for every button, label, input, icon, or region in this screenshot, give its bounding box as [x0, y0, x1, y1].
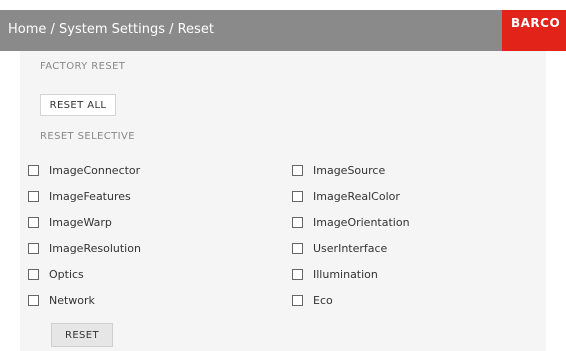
option-image-real-color[interactable]: ImageRealColor — [292, 188, 400, 204]
option-image-orientation[interactable]: ImageOrientation — [292, 214, 410, 230]
option-image-features[interactable]: ImageFeatures — [28, 188, 131, 204]
checkbox[interactable] — [292, 216, 303, 228]
checkbox[interactable] — [292, 190, 303, 202]
option-image-source[interactable]: ImageSource — [292, 162, 385, 178]
reset-button[interactable]: RESET — [51, 323, 113, 347]
breadcrumb: Home / System Settings / Reset — [8, 22, 214, 37]
option-label: Network — [49, 293, 95, 307]
option-label: UserInterface — [313, 241, 388, 255]
checkbox[interactable] — [28, 164, 39, 176]
reset-all-button[interactable]: RESET ALL — [40, 94, 116, 116]
option-label: ImageResolution — [49, 241, 141, 255]
option-label: ImageOrientation — [313, 215, 410, 229]
logo-text: BARCO — [511, 16, 561, 30]
checkbox[interactable] — [292, 294, 303, 306]
checkbox[interactable] — [292, 268, 303, 280]
option-label: ImageWarp — [49, 215, 112, 229]
checkbox[interactable] — [28, 242, 39, 254]
factory-reset-title: FACTORY RESET — [40, 61, 126, 72]
option-network[interactable]: Network — [28, 292, 95, 308]
checkbox[interactable] — [292, 164, 303, 176]
option-user-interface[interactable]: UserInterface — [292, 240, 387, 256]
checkbox[interactable] — [28, 294, 39, 306]
option-label: Eco — [313, 293, 333, 307]
option-eco[interactable]: Eco — [292, 292, 333, 308]
top-bar: Home / System Settings / Reset BARCO — [0, 10, 566, 51]
checkbox[interactable] — [28, 216, 39, 228]
option-label: Optics — [49, 267, 84, 281]
checkbox[interactable] — [28, 268, 39, 280]
option-optics[interactable]: Optics — [28, 266, 84, 282]
reset-selective-title: RESET SELECTIVE — [40, 131, 135, 142]
option-label: ImageFeatures — [49, 189, 131, 203]
option-label: ImageRealColor — [313, 189, 400, 203]
option-label: ImageSource — [313, 163, 386, 177]
option-image-warp[interactable]: ImageWarp — [28, 214, 112, 230]
option-image-connector[interactable]: ImageConnector — [28, 162, 140, 178]
option-illumination[interactable]: Illumination — [292, 266, 378, 282]
option-label: Illumination — [313, 267, 378, 281]
checkbox[interactable] — [292, 242, 303, 254]
option-image-resolution[interactable]: ImageResolution — [28, 240, 141, 256]
reset-panel: FACTORY RESET RESET ALL RESET SELECTIVE … — [20, 51, 546, 351]
checkbox[interactable] — [28, 190, 39, 202]
option-label: ImageConnector — [49, 163, 141, 177]
barco-logo: BARCO — [502, 10, 566, 51]
